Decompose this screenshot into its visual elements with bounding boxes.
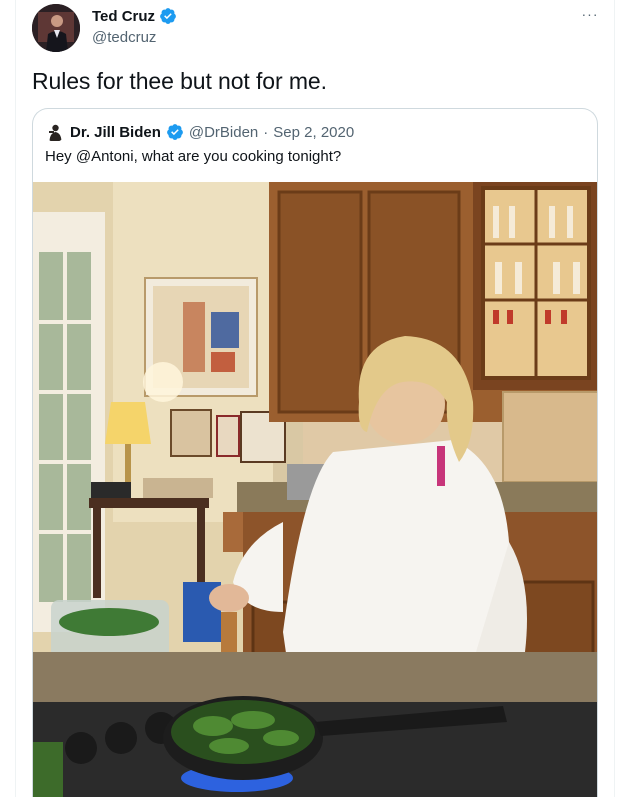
quoted-header: Dr. Jill Biden @DrBiden · Sep 2, 2020 [45,122,354,142]
author-handle[interactable]: @tedcruz [92,29,177,46]
author-block: Ted Cruz @tedcruz [92,7,177,46]
quoted-tweet[interactable]: Dr. Jill Biden @DrBiden · Sep 2, 2020 He… [32,108,598,797]
author-avatar-image [32,4,80,52]
author-name-row: Ted Cruz [92,7,177,25]
quoted-author-name[interactable]: Dr. Jill Biden [70,124,161,141]
more-options-icon[interactable]: ··· [578,4,602,24]
quoted-author-handle[interactable]: @DrBiden [189,124,258,141]
quoted-date[interactable]: Sep 2, 2020 [273,124,354,141]
verified-badge-icon [160,8,176,24]
tweet-text: Rules for thee but not for me. [32,68,327,94]
quoted-separator: · [263,123,269,141]
quoted-verified-badge-icon [166,124,183,140]
quoted-avatar[interactable] [45,122,65,142]
quoted-text: Hey @Antoni, what are you cooking tonigh… [45,148,342,165]
author-name[interactable]: Ted Cruz [92,8,155,25]
quoted-photo[interactable] [33,182,598,797]
author-avatar[interactable] [32,4,80,52]
